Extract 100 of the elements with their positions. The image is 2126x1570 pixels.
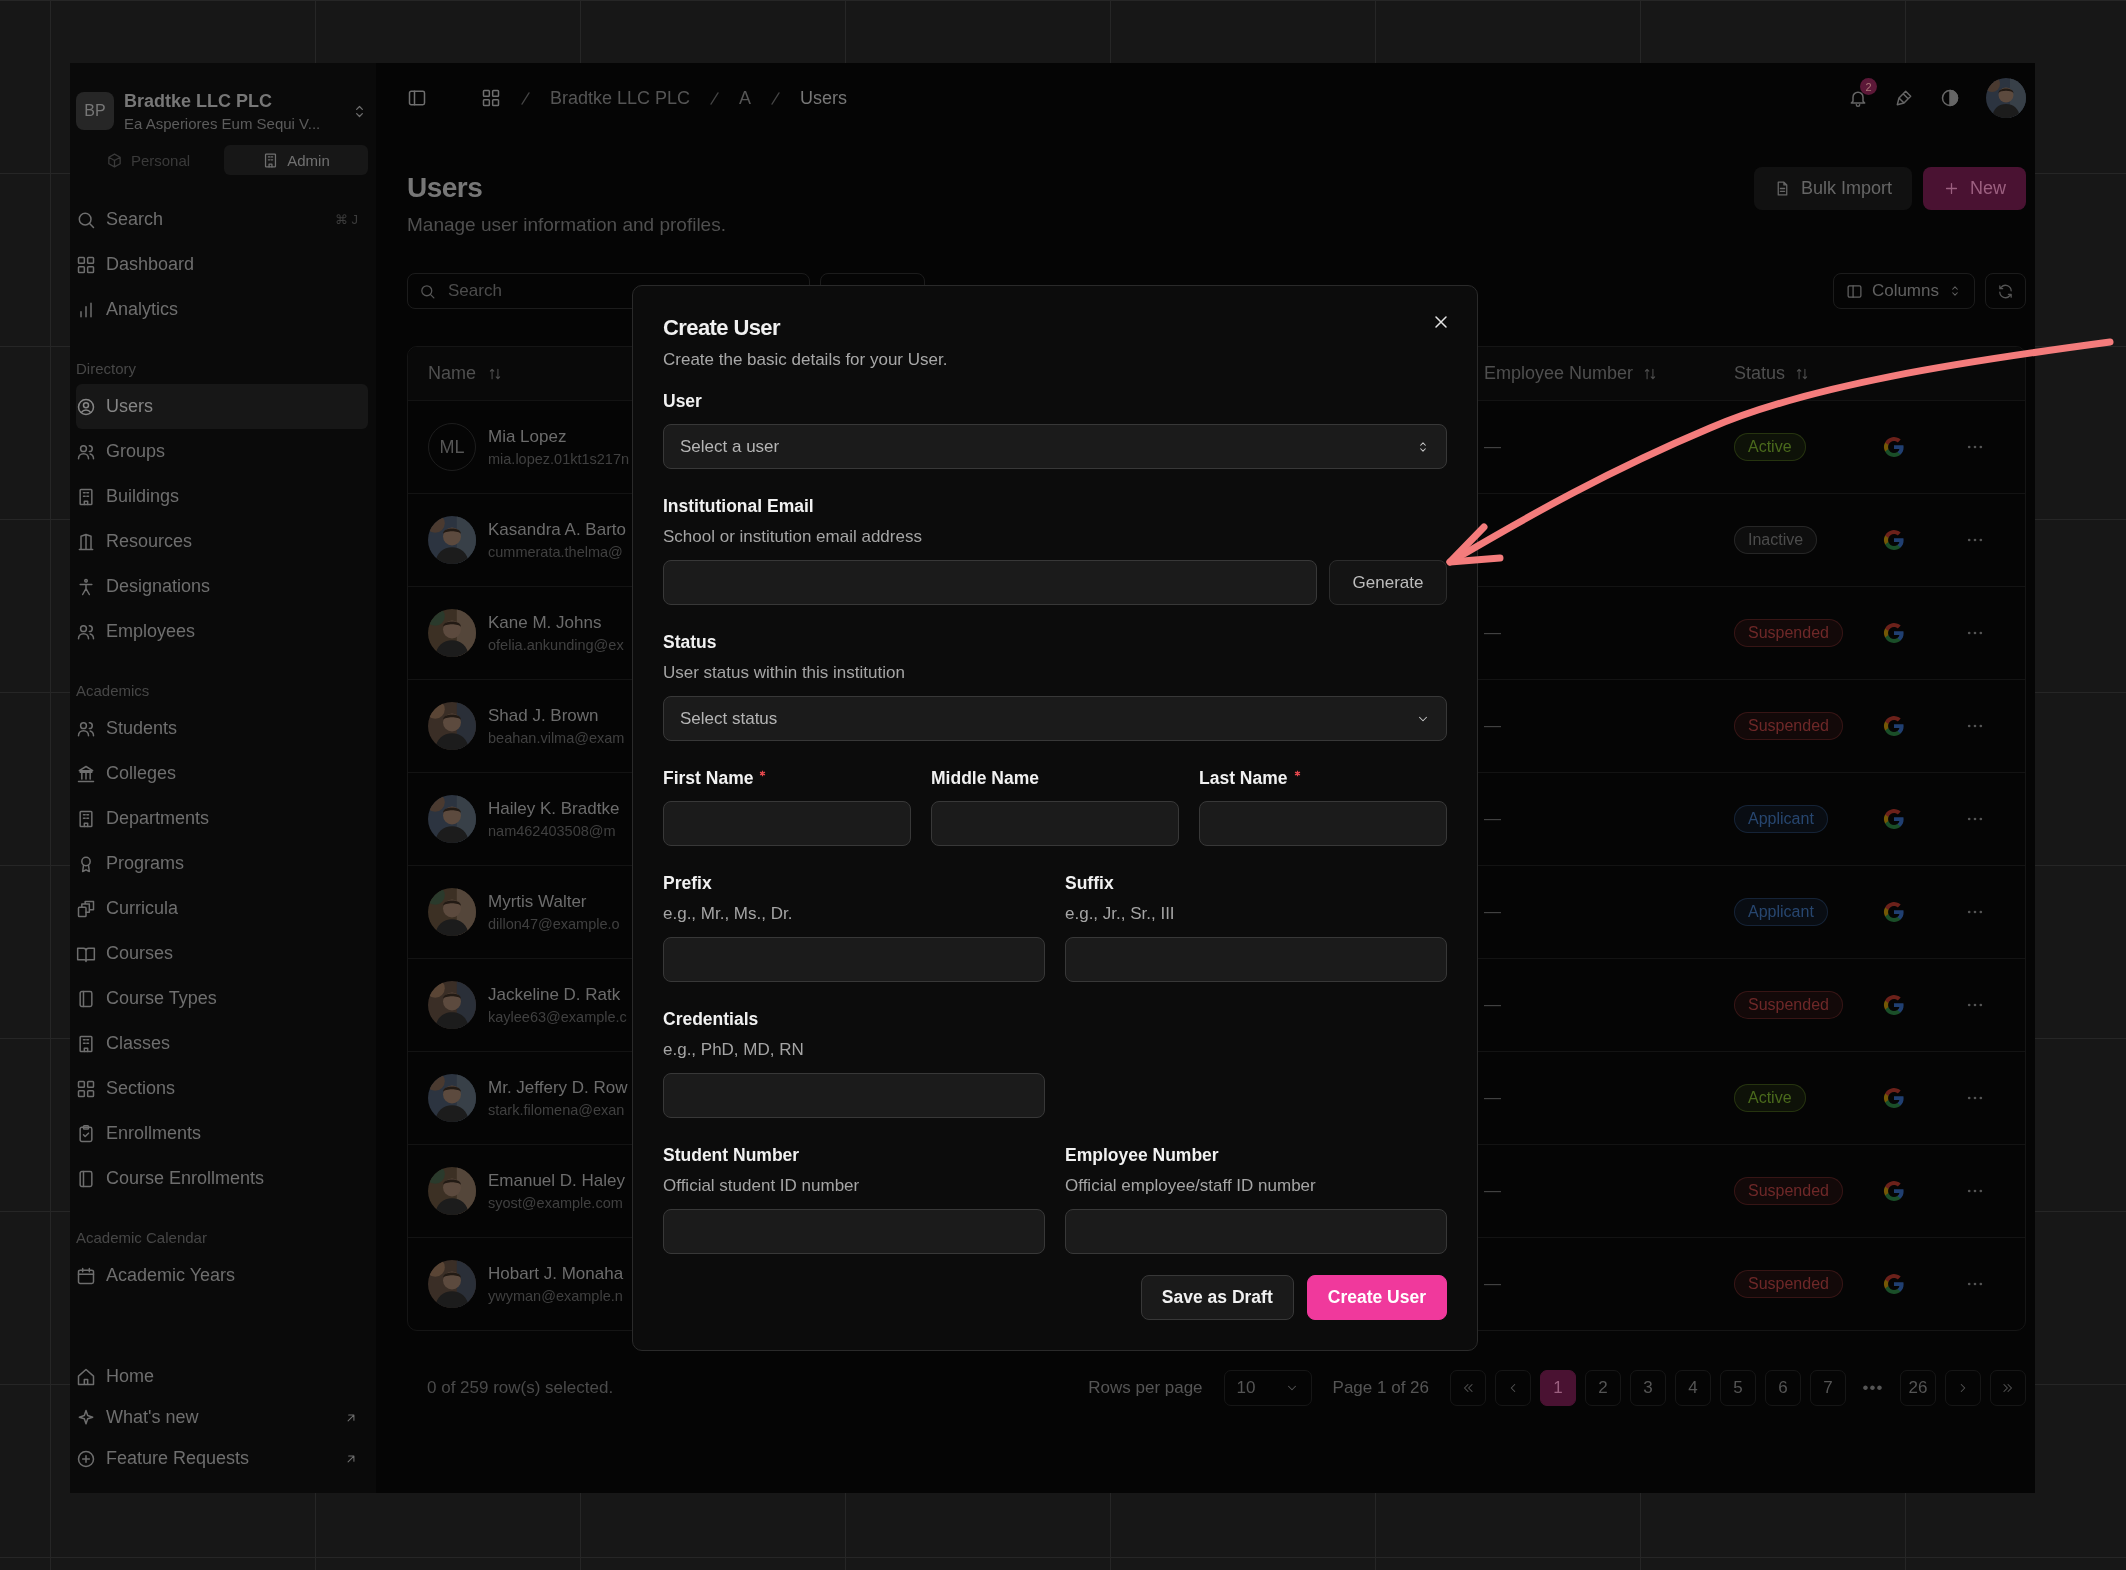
sidebar-item[interactable]: Enrollments bbox=[76, 1111, 368, 1156]
library-icon bbox=[76, 531, 96, 552]
text-field[interactable] bbox=[1199, 801, 1447, 846]
sidebar-item[interactable]: Dashboard bbox=[76, 242, 368, 287]
search-field[interactable]: Search bbox=[407, 273, 810, 309]
column-header[interactable]: Employee Number bbox=[1484, 363, 1634, 384]
sidebar-item[interactable]: Course Types bbox=[76, 976, 368, 1021]
page-button[interactable]: 5 bbox=[1720, 1370, 1756, 1406]
google-icon bbox=[1882, 435, 1906, 459]
breadcrumb-link[interactable]: Users bbox=[800, 87, 848, 109]
field-label: Last Name bbox=[1199, 767, 1288, 789]
grid-icon[interactable] bbox=[481, 88, 501, 108]
page-button[interactable]: 3 bbox=[1630, 1370, 1666, 1406]
rows-per-page-label: Rows per page bbox=[1088, 1378, 1203, 1398]
brush-icon[interactable] bbox=[1894, 88, 1914, 108]
next-page-button[interactable] bbox=[1945, 1370, 1981, 1406]
sidebar-item[interactable]: Employees bbox=[76, 609, 368, 654]
double-chevron-right-icon bbox=[2001, 1381, 2015, 1395]
page-button[interactable]: 6 bbox=[1765, 1370, 1801, 1406]
sidebar-item[interactable]: Curricula bbox=[76, 886, 368, 931]
user-email: beahan.vilma@exam bbox=[488, 730, 625, 746]
table-cell: — bbox=[1484, 437, 1501, 457]
user-select[interactable]: Select a user bbox=[663, 424, 1447, 469]
table-cell: — bbox=[1484, 623, 1501, 643]
sidebar-item[interactable]: Resources bbox=[76, 519, 368, 564]
breadcrumb-link[interactable]: A bbox=[739, 87, 752, 109]
sort-icon[interactable] bbox=[488, 366, 502, 381]
sidebar-item[interactable]: Academic Years bbox=[76, 1253, 368, 1298]
field-label: Prefix bbox=[663, 872, 712, 894]
sidebar-item[interactable]: Designations bbox=[76, 564, 368, 609]
mode-tab[interactable]: Admin bbox=[224, 145, 368, 175]
text-field[interactable] bbox=[663, 937, 1045, 982]
sidebar-item[interactable]: Course Enrollments bbox=[76, 1156, 368, 1201]
text-field[interactable] bbox=[931, 801, 1179, 846]
notification-badge: 2 bbox=[1860, 78, 1877, 95]
sidebar-item[interactable]: Feature Requests bbox=[76, 1438, 368, 1479]
draft-button[interactable]: Save as Draft bbox=[1140, 1275, 1294, 1320]
first-page-button[interactable] bbox=[1450, 1370, 1486, 1406]
last-page-button[interactable] bbox=[1990, 1370, 2026, 1406]
text-field[interactable] bbox=[663, 801, 911, 846]
new-button[interactable]: New bbox=[1923, 167, 2026, 210]
page-button[interactable]: 2 bbox=[1585, 1370, 1621, 1406]
building-icon bbox=[76, 808, 96, 829]
sidebar-item[interactable]: Sections bbox=[76, 1066, 368, 1111]
field-hint: e.g., PhD, MD, RN bbox=[663, 1039, 805, 1061]
sidebar-item[interactable]: Students bbox=[76, 706, 368, 751]
text-field[interactable] bbox=[663, 560, 1317, 605]
sidebar-item[interactable]: Buildings bbox=[76, 474, 368, 519]
sidebar-item[interactable]: Colleges bbox=[76, 751, 368, 796]
text-field[interactable] bbox=[663, 1209, 1045, 1254]
sidebar-item[interactable]: Programs bbox=[76, 841, 368, 886]
previous-page-button[interactable] bbox=[1495, 1370, 1531, 1406]
user-email: ywyman@example.n bbox=[488, 1288, 624, 1304]
sidebar-item[interactable]: Courses bbox=[76, 931, 368, 976]
refresh-icon bbox=[1997, 282, 2014, 300]
field-label: Middle Name bbox=[931, 767, 1039, 789]
text-field[interactable] bbox=[663, 1073, 1045, 1118]
field-label: Student Number bbox=[663, 1144, 800, 1166]
sidebar-item[interactable]: Classes bbox=[76, 1021, 368, 1066]
page-button[interactable]: 1 bbox=[1540, 1370, 1576, 1406]
sidebar-item[interactable]: Analytics bbox=[76, 287, 368, 332]
column-header[interactable]: Name bbox=[428, 363, 476, 384]
google-icon bbox=[1882, 1086, 1906, 1110]
sidebar-item[interactable]: Groups bbox=[76, 429, 368, 474]
sort-icon[interactable] bbox=[1643, 366, 1658, 381]
generate-button[interactable]: Generate bbox=[1329, 560, 1447, 605]
page-button[interactable]: 7 bbox=[1810, 1370, 1846, 1406]
user-email: mia.lopez.01kt1s217n bbox=[488, 451, 630, 467]
column-header[interactable]: Status bbox=[1734, 363, 1786, 384]
sidebar-toggle-icon[interactable] bbox=[407, 88, 427, 108]
building-icon bbox=[76, 1033, 96, 1054]
refresh-button[interactable] bbox=[1985, 273, 2026, 309]
double-chevron-left-icon bbox=[1461, 1381, 1475, 1395]
org-logo: BP bbox=[76, 92, 114, 130]
plus-circle-icon bbox=[76, 1448, 96, 1469]
text-field[interactable] bbox=[1065, 1209, 1447, 1254]
table-cell: — bbox=[1484, 809, 1501, 829]
create-button[interactable]: Create User bbox=[1306, 1275, 1447, 1320]
sidebar-item[interactable]: What's new bbox=[76, 1397, 368, 1438]
text-field[interactable] bbox=[1065, 937, 1447, 982]
sidebar-item[interactable]: Users bbox=[76, 384, 368, 429]
field-hint: e.g., Mr., Ms., Dr. bbox=[663, 903, 794, 925]
org-switcher[interactable]: BP Bradtke LLC PLC Ea Asperiores Eum Sequi V... bbox=[76, 87, 368, 135]
sidebar-item[interactable]: Home bbox=[76, 1356, 368, 1397]
status-badge: Suspended bbox=[1734, 712, 1843, 740]
rows-per-page-select[interactable]: 10 bbox=[1223, 1370, 1312, 1406]
sidebar-item[interactable]: Departments bbox=[76, 796, 368, 841]
contrast-icon[interactable] bbox=[1940, 88, 1960, 108]
notebook-icon bbox=[76, 988, 96, 1009]
notebook-icon bbox=[76, 1168, 96, 1189]
page-button[interactable]: 4 bbox=[1675, 1370, 1711, 1406]
dialog-title: Create User bbox=[663, 314, 780, 342]
page-button[interactable]: 26 bbox=[1900, 1370, 1936, 1406]
breadcrumb-link[interactable]: Bradtke LLC PLC bbox=[550, 87, 691, 109]
status-select[interactable]: Select status bbox=[663, 696, 1447, 741]
import-button[interactable]: Bulk Import bbox=[1753, 167, 1912, 210]
google-icon bbox=[1882, 807, 1906, 831]
user-name: Mr. Jeffery D. Row bbox=[488, 1078, 628, 1098]
columns-button[interactable]: Columns bbox=[1832, 273, 1975, 309]
sort-icon[interactable] bbox=[1795, 366, 1810, 381]
